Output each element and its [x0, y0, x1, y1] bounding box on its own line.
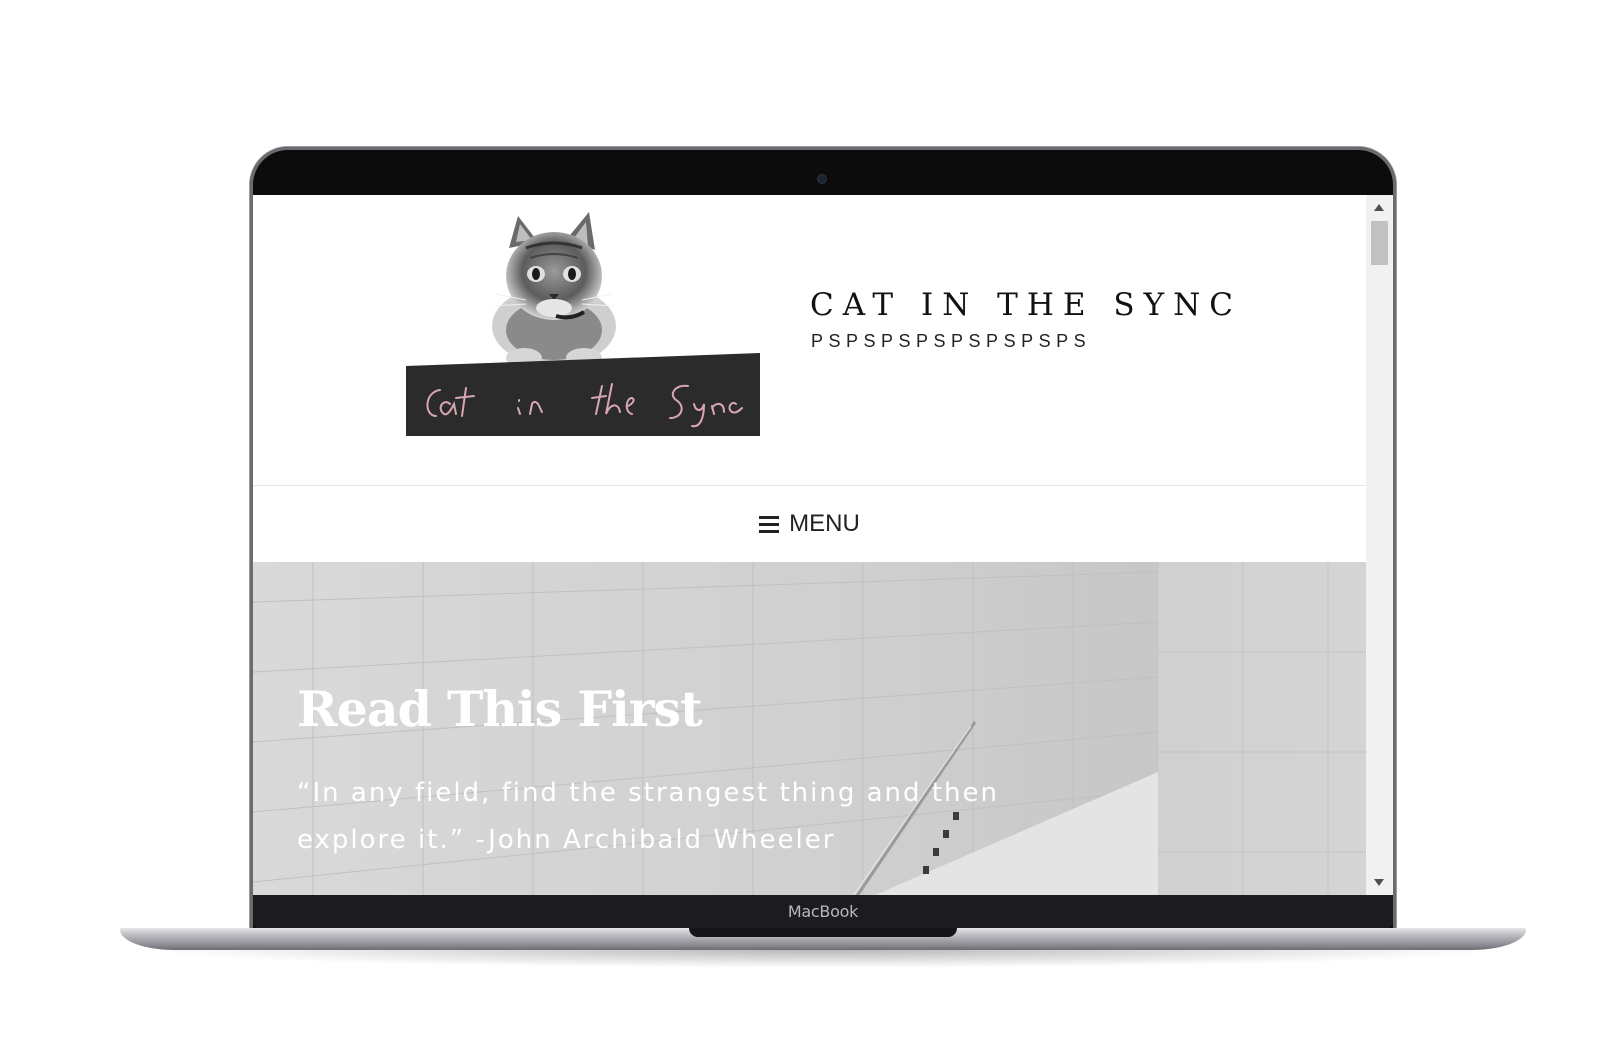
main-navigation: MENU: [253, 486, 1366, 562]
laptop-chin: MacBook: [253, 895, 1393, 928]
scrollbar-thumb[interactable]: [1371, 221, 1388, 265]
hero-section: Read This First “In any field, find the …: [253, 562, 1366, 895]
browser-viewport: CAT IN THE SYNC PSPSPSPSPSPSPSPS MENU Re…: [253, 195, 1393, 895]
site-logo[interactable]: [406, 208, 771, 438]
menu-toggle-button[interactable]: MENU: [759, 510, 860, 538]
hero-quote: “In any field, find the strangest thing …: [297, 778, 999, 855]
scroll-up-arrow-icon[interactable]: [1374, 204, 1384, 211]
scroll-down-arrow-icon[interactable]: [1374, 879, 1384, 886]
laptop-shadow: [140, 950, 1506, 968]
hamburger-icon: [759, 515, 780, 533]
laptop-base-notch: [689, 928, 957, 937]
webcam: [818, 175, 826, 183]
site-tagline: PSPSPSPSPSPSPSPS: [811, 331, 1092, 351]
vertical-scrollbar[interactable]: [1366, 195, 1393, 895]
website: CAT IN THE SYNC PSPSPSPSPSPSPSPS MENU Re…: [253, 195, 1366, 895]
site-title[interactable]: CAT IN THE SYNC: [810, 287, 1242, 323]
site-header: CAT IN THE SYNC PSPSPSPSPSPSPSPS: [253, 195, 1366, 486]
menu-label: MENU: [789, 510, 860, 537]
hero-title[interactable]: Read This First: [297, 680, 703, 738]
device-brand-label: MacBook: [787, 902, 859, 921]
